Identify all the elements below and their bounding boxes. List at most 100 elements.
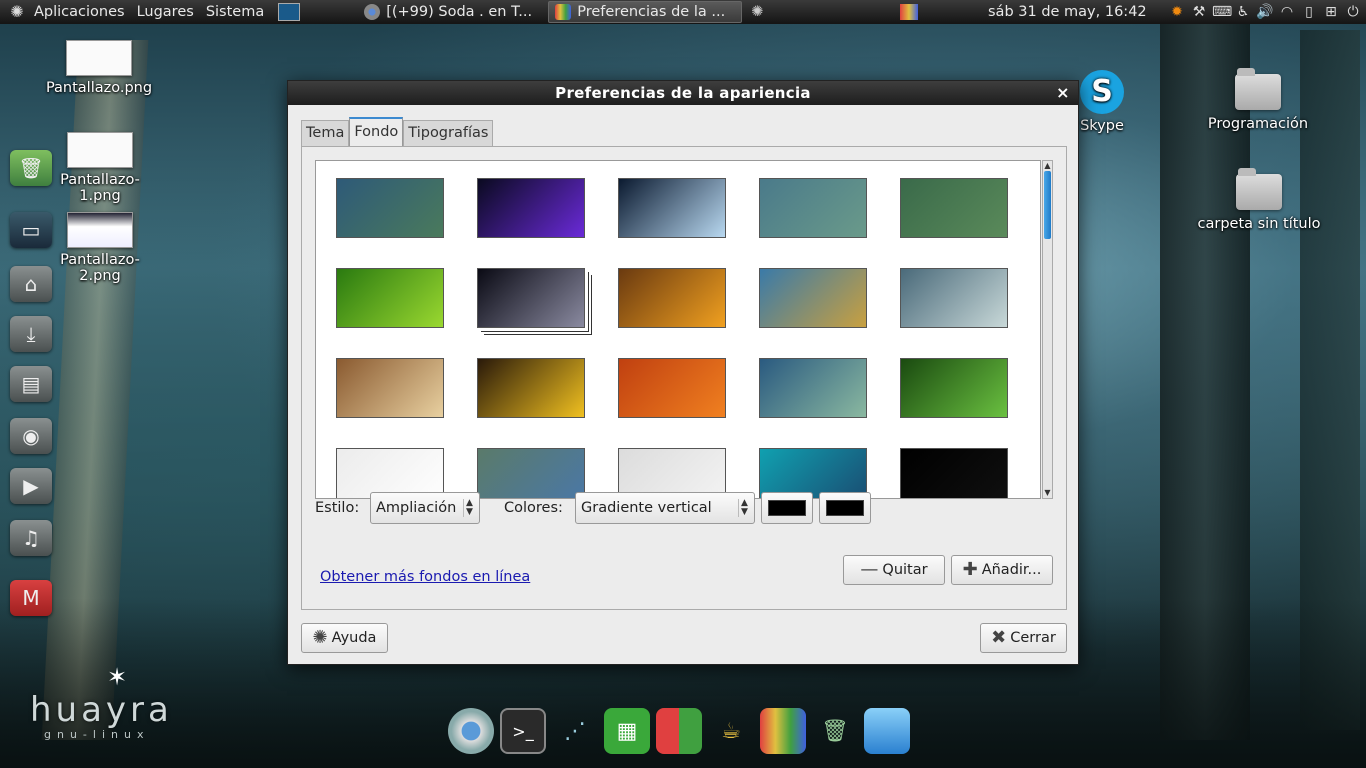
scrollbar-thumb[interactable] xyxy=(1044,171,1051,239)
tab-tipografias[interactable]: Tipografías xyxy=(403,120,494,146)
wallpaper-thumbnail[interactable] xyxy=(900,358,1008,418)
desktop-icon-skype[interactable]: S Skype xyxy=(1072,70,1132,134)
wallpaper-thumbnail[interactable] xyxy=(618,358,726,418)
dock-pictures[interactable]: ◉ xyxy=(6,414,56,458)
add-button[interactable]: ✚ Añadir... xyxy=(951,555,1053,585)
task-label: [(+99) Soda . en T... xyxy=(386,4,533,20)
desktop-file-pantallazo-1[interactable]: Pantallazo-1.png xyxy=(40,132,160,204)
appearance-tray-icon[interactable] xyxy=(900,4,918,20)
wallpaper-thumbnail[interactable] xyxy=(759,358,867,418)
minecraft-icon[interactable]: ▦ xyxy=(604,708,650,754)
clock[interactable]: sáb 31 de may, 16:42 xyxy=(988,0,1147,24)
task-chrome[interactable]: [(+99) Soda . en T... xyxy=(358,1,544,23)
accessibility-icon[interactable]: ♿ xyxy=(1234,3,1252,21)
wallpaper-thumbnail[interactable] xyxy=(477,268,585,328)
wallpaper-thumbnail[interactable] xyxy=(336,178,444,238)
close-icon[interactable]: × xyxy=(1054,81,1072,105)
gallery-scrollbar[interactable]: ▲ ▼ xyxy=(1042,160,1053,499)
online-backgrounds-link[interactable]: Obtener más fondos en línea xyxy=(320,569,530,585)
dock-computer[interactable]: ▭ xyxy=(6,208,56,252)
network-icon[interactable]: ⋰ xyxy=(552,708,598,754)
close-label: Cerrar xyxy=(1010,630,1056,646)
documents-icon: ▤ xyxy=(10,366,52,402)
wallpaper-thumbnail[interactable] xyxy=(336,268,444,328)
gmail-icon: M xyxy=(10,580,52,616)
chrome-icon xyxy=(364,4,381,20)
help-button[interactable]: ✺ Ayuda xyxy=(301,623,388,653)
image-thumbnail-icon xyxy=(67,212,133,248)
dock-trash[interactable]: 🗑 xyxy=(6,146,56,190)
wallpaper-grid xyxy=(336,178,1008,498)
remove-label: Quitar xyxy=(882,562,928,578)
task-appearance[interactable]: Preferencias de la ... xyxy=(548,1,743,23)
terminal-icon[interactable]: >_ xyxy=(500,708,546,754)
chromium-icon[interactable] xyxy=(448,708,494,754)
dialog-title: Preferencias de la apariencia xyxy=(555,84,811,102)
icon-label: Programación xyxy=(1207,116,1309,132)
wallpaper-thumbnail[interactable] xyxy=(759,178,867,238)
trash-icon: 🗑 xyxy=(10,150,52,186)
appearance-icon xyxy=(555,4,572,20)
dock-documents[interactable]: ▤ xyxy=(6,362,56,406)
colors-combo[interactable]: Gradiente vertical ▲ ▼ xyxy=(575,492,755,524)
tab-fondo[interactable]: Fondo xyxy=(349,117,404,146)
battery-icon[interactable]: ▯ xyxy=(1300,3,1318,21)
desktop-file-pantallazo-2[interactable]: Pantallazo-2.png xyxy=(40,212,160,284)
menu-sistema[interactable]: Sistema xyxy=(200,0,270,24)
updown-arrow-icon: ▲ ▼ xyxy=(738,499,750,517)
style-label: Estilo: xyxy=(315,500,360,516)
wallpaper-thumbnail[interactable] xyxy=(618,268,726,328)
huayra-menu-icon[interactable]: ✺ xyxy=(6,2,28,22)
icon-label: carpeta sin título xyxy=(1197,216,1321,232)
dock-gmail[interactable]: M xyxy=(6,576,56,620)
wifi-icon[interactable]: ◠ xyxy=(1278,3,1296,21)
video-icon: ▶ xyxy=(10,468,52,504)
color-swatch xyxy=(826,500,864,516)
help-icon: ✺ xyxy=(312,627,328,648)
dock-downloads[interactable]: ⤓ xyxy=(6,312,56,356)
remove-button[interactable]: — Quitar xyxy=(843,555,945,585)
workspace-switcher-icon[interactable]: ✺ xyxy=(746,2,768,22)
music-icon: ♫ xyxy=(10,520,52,556)
style-combo[interactable]: Ampliación ▲ ▼ xyxy=(370,492,480,524)
wallpaper-thumbnail[interactable] xyxy=(618,178,726,238)
tab-tema[interactable]: Tema xyxy=(301,120,350,146)
software-center-icon[interactable] xyxy=(656,708,702,754)
wallpaper-thumbnail[interactable] xyxy=(900,268,1008,328)
wallpaper-thumbnail[interactable] xyxy=(759,268,867,328)
update-icon[interactable]: ✹ xyxy=(1168,3,1186,21)
bottom-dock: >_ ⋰ ▦ ☕ 🗑 xyxy=(448,708,910,754)
desktop-file-pantallazo[interactable]: Pantallazo.png xyxy=(44,40,154,96)
fondo-panel: ▲ ▼ Estilo: Ampliación ▲ ▼ Colores: Gradi… xyxy=(301,146,1067,610)
wallpaper-gallery[interactable] xyxy=(315,160,1041,499)
folder-icon xyxy=(1235,68,1281,110)
session-icon[interactable]: ⏻ xyxy=(1344,3,1362,21)
wallpaper-thumbnail[interactable] xyxy=(336,358,444,418)
close-button[interactable]: ✖ Cerrar xyxy=(980,623,1067,653)
applet-icon[interactable]: ⊞ xyxy=(1322,3,1340,21)
teapot-icon[interactable]: ☕ xyxy=(708,708,754,754)
keyboard-icon[interactable]: ⌨ xyxy=(1212,3,1232,21)
trash-dock-icon[interactable]: 🗑 xyxy=(812,708,858,754)
network-tools-icon[interactable]: ⚒ xyxy=(1190,3,1208,21)
wallpaper-thumbnail[interactable] xyxy=(477,178,585,238)
desktop-folder-carpeta-sin-titulo[interactable]: carpeta sin título xyxy=(1192,168,1326,232)
color-2-button[interactable] xyxy=(819,492,871,524)
wallpaper-thumbnail[interactable] xyxy=(477,358,585,418)
dock-music[interactable]: ♫ xyxy=(6,516,56,560)
desktop-folder-programacion[interactable]: Programación xyxy=(1200,68,1316,132)
desktop-dock-icon[interactable] xyxy=(864,708,910,754)
image-thumbnail-icon xyxy=(66,40,132,76)
volume-icon[interactable]: 🔊 xyxy=(1256,3,1274,21)
color-1-button[interactable] xyxy=(761,492,813,524)
wallpaper-thumbnail[interactable] xyxy=(900,178,1008,238)
scroll-up-icon[interactable]: ▲ xyxy=(1043,161,1052,171)
show-desktop-icon[interactable] xyxy=(278,3,301,21)
menu-aplicaciones[interactable]: Aplicaciones xyxy=(28,0,131,24)
appearance-dock-icon[interactable] xyxy=(760,708,806,754)
dock-home[interactable]: ⌂ xyxy=(6,262,56,306)
dialog-titlebar[interactable]: Preferencias de la apariencia × xyxy=(288,81,1078,105)
dock-videos[interactable]: ▶ xyxy=(6,464,56,508)
brand-subtitle: gnu-linux xyxy=(44,728,150,741)
menu-lugares[interactable]: Lugares xyxy=(131,0,200,24)
